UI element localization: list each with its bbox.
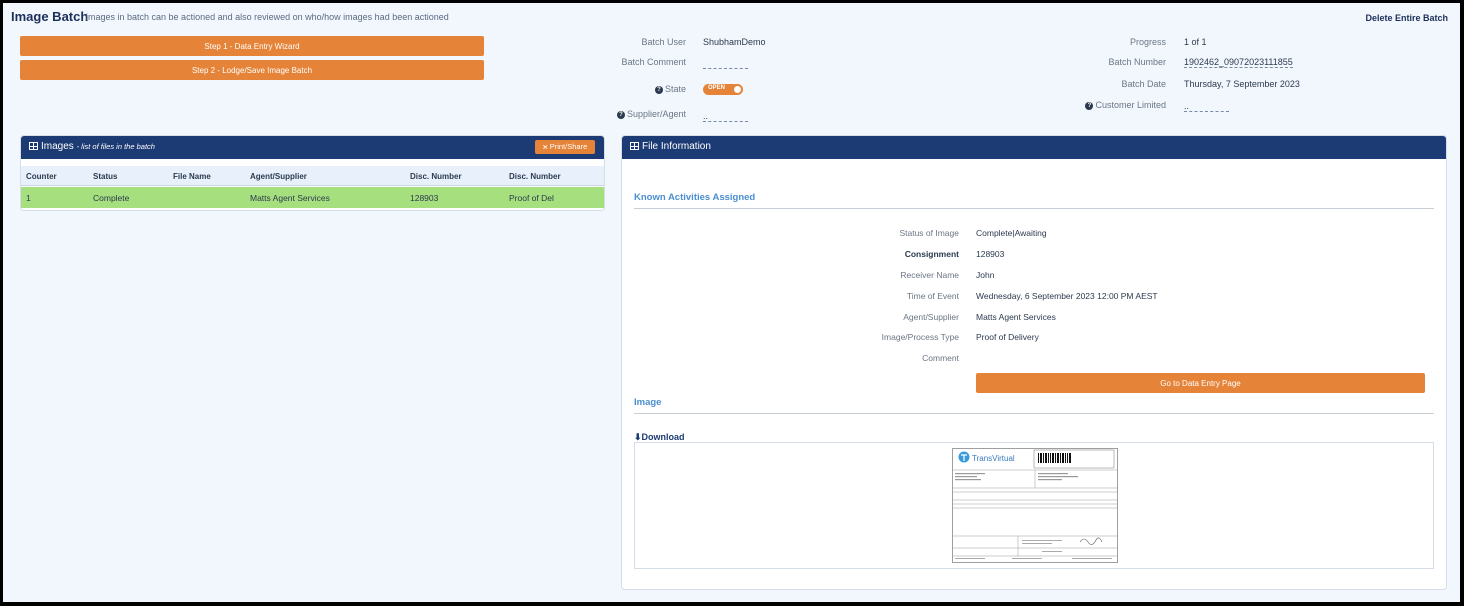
images-subtitle-text: - list of files in the batch [76,142,155,151]
state-label: ? State [546,84,686,94]
images-panel-title: Images - list of files in the batch [29,141,155,152]
image-section-title: Image [634,397,662,408]
batch-number-field[interactable]: 1902462_09072023111855 [1184,57,1293,68]
type-label: Image/Process Type [881,332,959,342]
customer-label: ? Customer Limited [1026,100,1166,110]
col-file-name[interactable]: File Name [173,172,211,181]
cell-disc-number: 128903 [410,193,439,203]
batch-date-value: Thursday, 7 September 2023 [1184,79,1300,89]
consignment-label: Consignment [904,249,959,259]
time-label: Time of Event [906,291,959,301]
state-toggle[interactable]: OPEN [703,84,743,95]
progress-value: 1 of 1 [1184,37,1207,47]
print-share-label: Print/Share [549,142,588,151]
supplier-label: ? Supplier/Agent [546,109,686,119]
go-to-data-entry-button[interactable]: Go to Data Entry Page [976,373,1425,393]
cell-agent: Matts Agent Services [250,193,330,203]
doc-brand-text: TransVirtual [972,454,1015,463]
help-icon[interactable]: ? [1085,102,1094,110]
file-info-panel: File Information Known Activities Assign… [621,135,1447,590]
file-info-title-text: File Information [642,141,711,152]
table-header: Counter Status File Name Agent/Supplier … [21,166,604,186]
step2-lodge-save-button[interactable]: Step 2 - Lodge/Save Image Batch [20,60,484,80]
time-value: Wednesday, 6 September 2023 12:00 PM AES… [976,291,1158,301]
help-icon[interactable]: ? [654,86,663,94]
progress-label: Progress [1129,37,1166,47]
divider [634,413,1434,414]
col-disc-number-2[interactable]: Disc. Number [509,172,561,181]
supplier-label-text: Supplier/Agent [626,109,686,119]
state-label-text: State [664,84,686,94]
help-icon[interactable]: ? [616,111,625,119]
cell-counter: 1 [26,193,31,203]
pod-document-image: TransVirtual [952,448,1118,563]
batch-user-value: ShubhamDemo [703,37,766,47]
supplier-field[interactable]: .. [703,111,748,122]
images-title-text: Images [41,141,74,152]
customer-label-text: Customer Limited [1095,100,1166,110]
table-icon [29,142,38,150]
col-counter[interactable]: Counter [26,172,57,181]
images-panel: Images - list of files in the batch ⪤ Pr… [20,135,605,211]
file-info-header: File Information [622,136,1446,159]
col-agent-supplier[interactable]: Agent/Supplier [250,172,307,181]
type-value: Proof of Delivery [976,332,1039,342]
batch-user-label: Batch User [641,37,686,47]
state-toggle-text: OPEN [708,85,726,91]
receiver-label: Receiver Name [900,270,959,280]
print-share-button[interactable]: ⪤ Print/Share [535,140,595,154]
step1-data-entry-button[interactable]: Step 1 - Data Entry Wizard [20,36,484,56]
image-preview[interactable]: TransVirtual [634,442,1434,569]
agent-label: Agent/Supplier [903,312,959,322]
images-panel-header: Images - list of files in the batch ⪤ Pr… [21,136,604,159]
comment-label: Comment [922,353,959,363]
cell-disc-number-2: Proof of Del [509,193,554,203]
table-row[interactable]: 1 Complete Matts Agent Services 128903 P… [21,187,604,208]
share-icon: ⪤ [542,142,550,151]
cell-status: Complete [93,193,130,203]
page-subtitle: images in batch can be actioned and also… [86,12,449,22]
receiver-value: John [976,270,995,280]
batch-date-label: Batch Date [1121,79,1166,89]
toggle-knob [734,86,741,93]
customer-field[interactable]: .. [1184,101,1229,112]
batch-number-label: Batch Number [1108,57,1166,67]
batch-comment-label: Batch Comment [621,57,686,67]
status-label: Status of Image [899,228,959,238]
col-status[interactable]: Status [93,172,117,181]
agent-value: Matts Agent Services [976,312,1056,322]
file-info-title: File Information [630,141,711,152]
consignment-value: 128903 [976,249,1005,259]
table-icon [630,142,639,150]
known-activities-title: Known Activities Assigned [634,192,756,203]
batch-comment-field[interactable] [703,58,748,69]
page-title: Image Batch [11,9,89,24]
download-icon: ⬇ [634,432,642,442]
image-batch-page: Image Batch images in batch can be actio… [3,3,1460,602]
status-value: Complete|Awaiting [976,228,1047,238]
delete-batch-link[interactable]: Delete Entire Batch [1365,13,1448,23]
divider [634,208,1434,209]
download-label: Download [641,432,685,442]
col-disc-number[interactable]: Disc. Number [410,172,462,181]
